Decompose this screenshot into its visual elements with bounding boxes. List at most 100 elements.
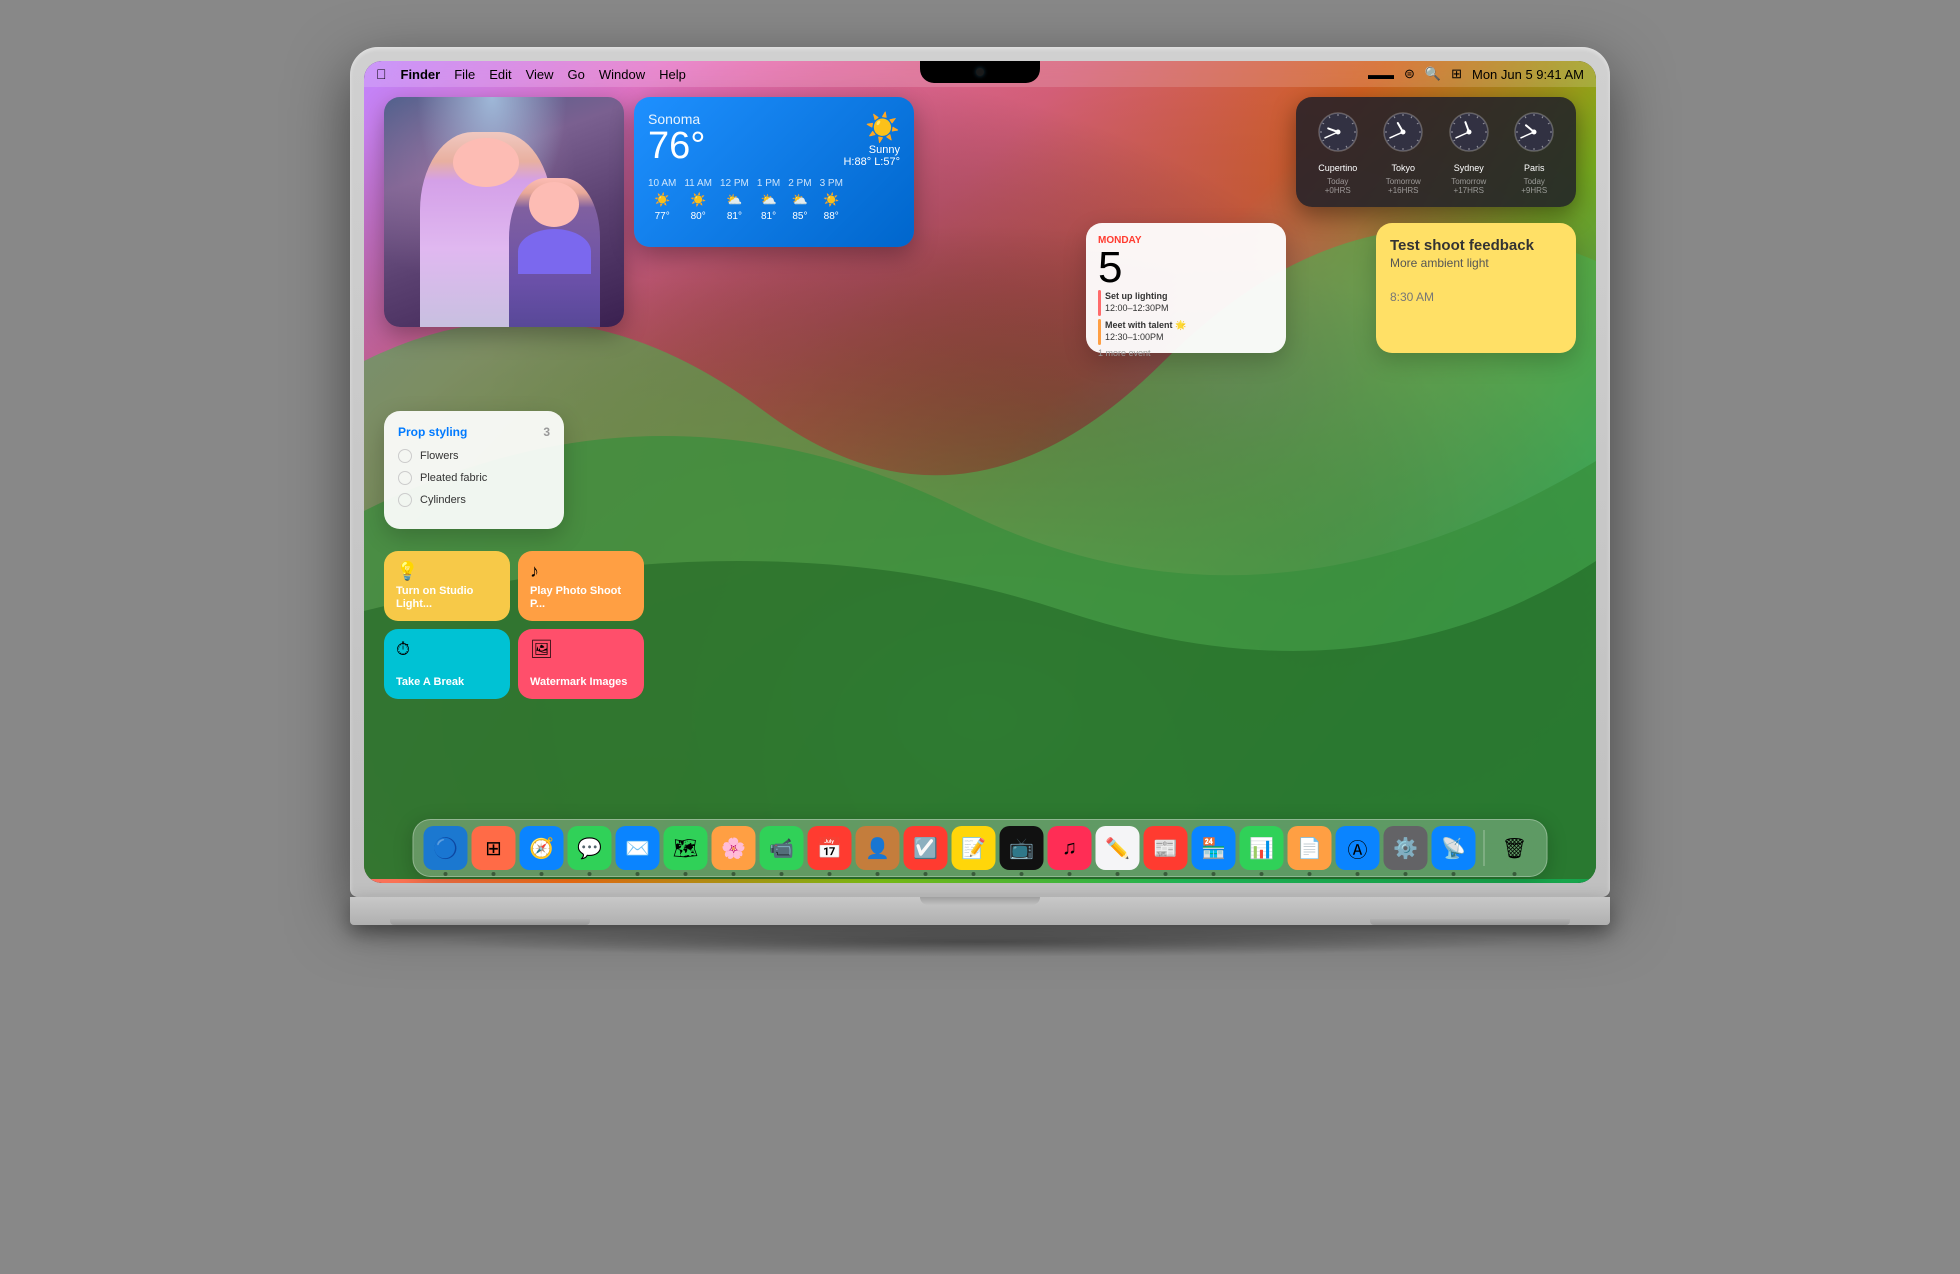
weather-hour-time: 10 AM [648, 178, 676, 189]
dock-icon-tv[interactable]: 📺 [1000, 826, 1044, 870]
dock-icon-notes[interactable]: 📝 [952, 826, 996, 870]
clock-city: Tokyo [1391, 163, 1415, 173]
dock-icon-reminders[interactable]: ☑️ [904, 826, 948, 870]
weather-icon: ☀️ [654, 192, 670, 208]
weather-hour-item: 1 PM ⛅ 81° [757, 178, 780, 222]
shortcut-take-a-break[interactable]: ⏱ Take A Break [384, 629, 510, 699]
menubar-go[interactable]: Go [568, 67, 585, 82]
dock-icon-contacts[interactable]: 👤 [856, 826, 900, 870]
widget-reminders: Prop styling 3 Flowers Pleated fabric Cy… [384, 411, 564, 529]
dock-icon-photos[interactable]: 🌸 [712, 826, 756, 870]
weather-hour-temp: 88° [824, 211, 839, 222]
macbook-outer:  Finder File Edit View Go Window Help ▬… [310, 47, 1650, 1227]
macbook-base [350, 897, 1610, 925]
dock-icon-safari[interactable]: 🧭 [520, 826, 564, 870]
widget-calendar: Monday 5 Set up lighting12:00–12:30PM Me… [1086, 223, 1286, 353]
menubar-window[interactable]: Window [599, 67, 645, 82]
menubar-app-name[interactable]: Finder [401, 67, 441, 82]
menubar-edit[interactable]: Edit [489, 67, 511, 82]
macbook-foot-right [1370, 919, 1570, 925]
weather-icon: ☀️ [690, 192, 706, 208]
event-bar [1098, 319, 1101, 345]
menubar-battery: ▬▬ [1368, 67, 1394, 82]
reminder-checkbox[interactable] [398, 493, 412, 507]
shortcut-play-photo-shoot-p...[interactable]: ♪ Play Photo Shoot P... [518, 551, 644, 621]
calendar-event-item: Set up lighting12:00–12:30PM [1098, 290, 1274, 316]
dock-icon-maps[interactable]: 🗺 [664, 826, 708, 870]
reminder-checkbox[interactable] [398, 471, 412, 485]
reminder-checkbox[interactable] [398, 449, 412, 463]
dock-icon-screensharing[interactable]: 📡 [1432, 826, 1476, 870]
reminder-item: Pleated fabric [398, 471, 550, 485]
dock-icon-calendar[interactable]: 📅 [808, 826, 852, 870]
notes-time: 8:30 AM [1390, 290, 1562, 304]
dock-icon-apple-store[interactable]: 🏪 [1192, 826, 1236, 870]
dock-icon-mail[interactable]: ✉️ [616, 826, 660, 870]
dock-icon-freeform[interactable]: ✏️ [1096, 826, 1140, 870]
dock-icon-music[interactable]: ♫ [1048, 826, 1092, 870]
dock-icon-launchpad[interactable]: ⊞ [472, 826, 516, 870]
weather-hour-item: 3 PM ☀️ 88° [820, 178, 843, 222]
menubar-right: ▬▬ ⊜ 🔍 ⊞ Mon Jun 5 9:41 AM [1368, 66, 1584, 82]
weather-hour-time: 2 PM [788, 178, 811, 189]
shortcut-icon: 💡 [396, 561, 498, 582]
clock-face [1512, 110, 1556, 159]
weather-icon: ☀️ [823, 192, 839, 208]
dock-icon-numbers[interactable]: 📊 [1240, 826, 1284, 870]
dock: 🔵⊞🧭💬✉️🗺🌸📹📅👤☑️📝📺♫✏️📰🏪📊📄Ⓐ⚙️📡 🗑 [413, 819, 1548, 877]
menubar-wifi[interactable]: ⊜ [1404, 66, 1415, 82]
clock-city: Cupertino [1318, 163, 1357, 173]
menubar-view[interactable]: View [526, 67, 554, 82]
widget-notes: Test shoot feedback More ambient light 8… [1376, 223, 1576, 353]
weather-hour-item: 11 AM ☀️ 80° [684, 178, 712, 222]
dock-icon-news[interactable]: 📰 [1144, 826, 1188, 870]
weather-city: Sonoma [648, 111, 705, 127]
reminder-text: Flowers [420, 450, 459, 462]
dock-icon-app-store2[interactable]: Ⓐ [1336, 826, 1380, 870]
calendar-events: Set up lighting12:00–12:30PM Meet with t… [1098, 290, 1274, 345]
weather-hour-temp: 77° [655, 211, 670, 222]
weather-hour-time: 1 PM [757, 178, 780, 189]
shortcut-icon: ♪ [530, 561, 632, 582]
menubar-search[interactable]: 🔍 [1425, 66, 1441, 82]
event-text: Meet with talent 🌟12:30–1:00PM [1105, 320, 1186, 343]
shortcut-label: Watermark Images [530, 676, 632, 689]
dock-icon-messages[interactable]: 💬 [568, 826, 612, 870]
clock-city: Paris [1524, 163, 1545, 173]
dock-icon-facetime[interactable]: 📹 [760, 826, 804, 870]
calendar-more: 1 more event [1098, 348, 1274, 358]
menubar-help[interactable]: Help [659, 67, 686, 82]
clock-sydney: Sydney Tomorrow+17HRS [1447, 110, 1491, 195]
dock-icon-pages[interactable]: 📄 [1288, 826, 1332, 870]
dock-icon-finder[interactable]: 🔵 [424, 826, 468, 870]
macbook-lid:  Finder File Edit View Go Window Help ▬… [350, 47, 1610, 897]
shortcuts-grid: 💡 Turn on Studio Light... ♪ Play Photo S… [384, 551, 644, 699]
dock-icon-settings[interactable]: ⚙️ [1384, 826, 1428, 870]
shortcut-label: Turn on Studio Light... [396, 585, 498, 611]
menubar-control-center[interactable]: ⊞ [1451, 66, 1462, 82]
widget-clocks: Cupertino Today+0HRS Tokyo Tomorrow+16HR… [1296, 97, 1576, 207]
shortcut-label: Play Photo Shoot P... [530, 585, 632, 611]
notes-title: Test shoot feedback [1390, 237, 1562, 254]
menubar-file[interactable]: File [454, 67, 475, 82]
camera-dot [976, 68, 984, 76]
weather-hour-time: 12 PM [720, 178, 749, 189]
apple-menu[interactable]:  [376, 66, 387, 82]
dock-separator [1484, 830, 1485, 866]
clock-face [1381, 110, 1425, 159]
clock-face [1447, 110, 1491, 159]
clock-tz: Today+9HRS [1521, 177, 1547, 195]
camera-notch [920, 61, 1040, 83]
weather-hour-temp: 81° [761, 211, 776, 222]
clock-tz: Tomorrow+17HRS [1451, 177, 1486, 195]
shortcut-turn-on-studio-light...[interactable]: 💡 Turn on Studio Light... [384, 551, 510, 621]
menubar-left:  Finder File Edit View Go Window Help [376, 66, 686, 82]
shortcut-watermark-images[interactable]: 🖼 Watermark Images [518, 629, 644, 699]
reminders-list: Flowers Pleated fabric Cylinders [398, 449, 550, 507]
clock-cupertino: Cupertino Today+0HRS [1316, 110, 1360, 195]
reminder-item: Flowers [398, 449, 550, 463]
calendar-month: Monday [1098, 235, 1274, 246]
dock-icon-trash[interactable]: 🗑 [1493, 826, 1537, 870]
weather-condition: Sunny H:88° L:57° [843, 144, 900, 168]
weather-hour-time: 11 AM [684, 178, 712, 189]
